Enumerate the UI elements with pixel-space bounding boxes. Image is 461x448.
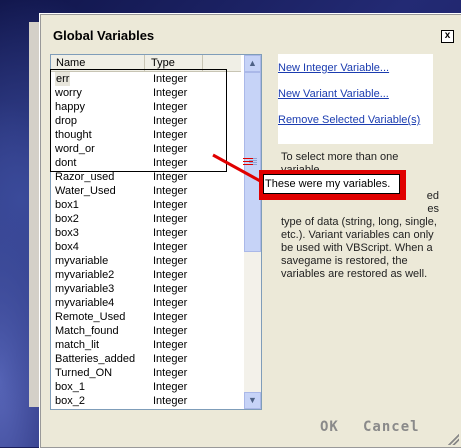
- list-item[interactable]: box2 Integer: [51, 212, 241, 226]
- variable-type: Integer: [153, 241, 188, 253]
- variable-name: Remote_Used: [55, 311, 126, 323]
- variable-type: Integer: [153, 353, 188, 365]
- list-item[interactable]: match_lit Integer: [51, 338, 241, 352]
- variable-name: Match_found: [55, 325, 119, 337]
- list-item[interactable]: myvariable Integer: [51, 254, 241, 268]
- variable-type: Integer: [153, 227, 188, 239]
- scroll-down-arrow-icon[interactable]: ▼: [244, 392, 261, 409]
- variable-name: Turned_ON: [55, 367, 113, 379]
- cancel-button[interactable]: Cancel: [363, 419, 420, 435]
- variable-type: Integer: [153, 185, 188, 197]
- help-line: type of data (string, long, single,: [281, 216, 437, 228]
- list-item[interactable]: Match_found Integer: [51, 324, 241, 338]
- variable-name: myvariable4: [55, 297, 115, 309]
- variable-name: box_2: [55, 395, 85, 407]
- variable-type: Integer: [153, 367, 188, 379]
- help-line: variables are restored as well.: [281, 268, 428, 280]
- selection-marker-icon: [243, 158, 253, 168]
- variable-name: box4: [55, 241, 79, 253]
- ok-button[interactable]: OK: [320, 419, 339, 435]
- list-item[interactable]: box4 Integer: [51, 240, 241, 254]
- dialog-title: Global Variables: [53, 28, 155, 43]
- scroll-up-arrow-icon[interactable]: ▲: [244, 55, 261, 72]
- help-line: savegame is restored, the: [281, 255, 408, 267]
- list-item[interactable]: Remote_Used Integer: [51, 310, 241, 324]
- list-item[interactable]: Razor_used Integer: [51, 170, 241, 184]
- variable-name: box2: [55, 213, 79, 225]
- variable-type: Integer: [153, 171, 188, 183]
- variable-type: Integer: [153, 297, 188, 309]
- variable-type: Integer: [153, 381, 188, 393]
- variable-name: box_1: [55, 381, 85, 393]
- variable-type: Integer: [153, 311, 188, 323]
- variable-type: Integer: [153, 269, 188, 281]
- variable-type: Integer: [153, 283, 188, 295]
- list-item[interactable]: box1 Integer: [51, 198, 241, 212]
- list-item[interactable]: box_1 Integer: [51, 380, 241, 394]
- variable-name: myvariable: [55, 255, 109, 267]
- annotation-text: These were my variables.: [263, 174, 400, 194]
- list-item[interactable]: Water_Used Integer: [51, 184, 241, 198]
- variable-name: match_lit: [55, 339, 100, 351]
- variables-highlight-box: [50, 69, 227, 172]
- variable-name: Water_Used: [55, 185, 116, 197]
- variable-name: box3: [55, 227, 79, 239]
- variable-name: Razor_used: [55, 171, 115, 183]
- close-button[interactable]: x: [441, 30, 454, 43]
- variable-type: Integer: [153, 395, 188, 407]
- resize-grip-icon[interactable]: [448, 434, 459, 445]
- remove-selected-variables-link[interactable]: Remove Selected Variable(s): [278, 114, 420, 126]
- vertical-scrollbar[interactable]: ▲ ▼: [244, 55, 261, 409]
- variable-name: myvariable2: [55, 269, 115, 281]
- variable-name: Batteries_added: [55, 353, 136, 365]
- list-item[interactable]: box_2 Integer: [51, 394, 241, 408]
- list-item[interactable]: Turned_ON Integer: [51, 366, 241, 380]
- variable-type: Integer: [153, 339, 188, 351]
- list-item[interactable]: myvariable3 Integer: [51, 282, 241, 296]
- annotation-callout: These were my variables.: [259, 170, 406, 200]
- variable-type: Integer: [153, 199, 188, 211]
- variable-name: myvariable3: [55, 283, 115, 295]
- variable-type: Integer: [153, 325, 188, 337]
- list-item[interactable]: myvariable4 Integer: [51, 296, 241, 310]
- list-item[interactable]: box3 Integer: [51, 226, 241, 240]
- variable-name: box1: [55, 199, 79, 211]
- actions-panel: New Integer Variable... New Variant Vari…: [278, 54, 433, 144]
- variable-type: Integer: [153, 213, 188, 225]
- variable-type: Integer: [153, 255, 188, 267]
- help-line: etc.). Variant variables can only: [281, 229, 434, 241]
- help-line: es: [427, 203, 439, 215]
- list-item[interactable]: Batteries_added Integer: [51, 352, 241, 366]
- list-item[interactable]: myvariable2 Integer: [51, 268, 241, 282]
- new-variant-variable-link[interactable]: New Variant Variable...: [278, 88, 389, 100]
- new-integer-variable-link[interactable]: New Integer Variable...: [278, 62, 389, 74]
- help-line: be used with VBScript. When a: [281, 242, 433, 254]
